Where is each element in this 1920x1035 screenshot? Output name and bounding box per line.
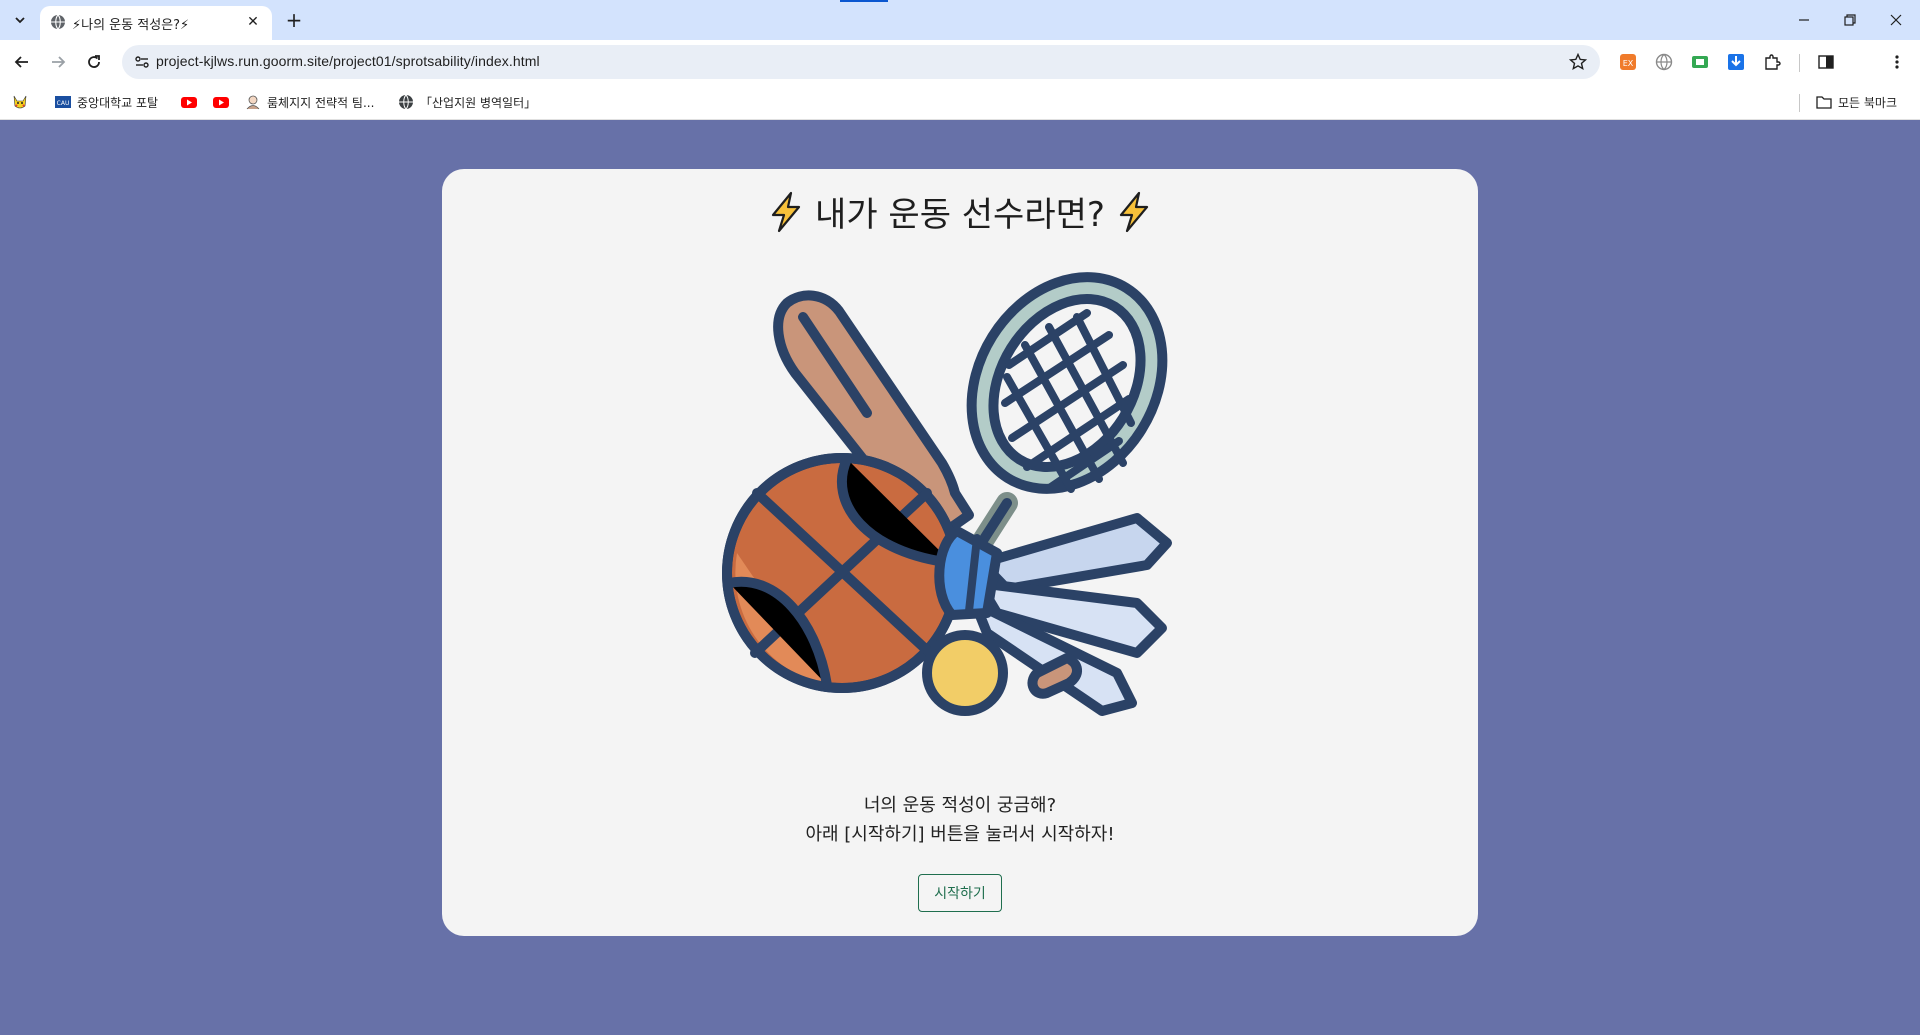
all-bookmarks-label: 모든 북마크 [1838, 95, 1898, 110]
bookmarks-bar: CAU 중앙대학교 포탈 룸체지지 전략적 팀... 「산업지원 병역일터」 모… [0, 84, 1920, 120]
close-window-button[interactable] [1874, 6, 1918, 34]
bookmark-team[interactable]: 룸체지지 전략적 팀... [245, 90, 374, 114]
globe-icon [50, 14, 66, 34]
extension-globe-icon[interactable] [1653, 51, 1675, 73]
tab-strip: ⚡나의 운동 적성은?⚡ ✕ + [0, 0, 1920, 40]
bookmark-pikachu[interactable] [12, 90, 34, 114]
close-icon [1890, 14, 1902, 26]
folder-icon [1816, 94, 1832, 110]
close-tab-button[interactable]: ✕ [242, 11, 264, 33]
new-tab-button[interactable]: + [282, 8, 306, 32]
tennis-ball-illustration [922, 630, 1008, 716]
browser-toolbar: project-kjlws.run.goorm.site/project01/s… [0, 40, 1920, 84]
chevron-down-icon [15, 17, 25, 24]
site-info-icon[interactable] [130, 50, 154, 74]
download-icon[interactable] [1725, 51, 1747, 73]
svg-text:EX: EX [1623, 59, 1634, 68]
minimize-icon [1799, 19, 1809, 21]
pikachu-icon [12, 94, 28, 110]
extension-green-icon[interactable] [1689, 51, 1711, 73]
youtube-icon [181, 94, 197, 110]
tennis-racket-illustration [964, 272, 1168, 564]
bookmark-youtube-1[interactable] [181, 90, 203, 114]
tab-title: ⚡나의 운동 적성은?⚡ [72, 18, 190, 33]
avatar-icon [245, 94, 261, 110]
lightning-icon [1119, 191, 1149, 232]
reload-icon [88, 55, 100, 68]
start-button[interactable]: 시작하기 [918, 874, 1002, 912]
bookmark-label: 「산업지원 병역일터」 [420, 95, 537, 110]
side-panel-icon[interactable] [1815, 51, 1837, 73]
page-title: 내가 운동 선수라면? [442, 187, 1478, 236]
page-title-text: 내가 운동 선수라면? [815, 195, 1105, 235]
toolbar-divider [1799, 54, 1800, 72]
description-line-1: 너의 운동 적성이 궁금해? [863, 795, 1057, 816]
address-bar[interactable]: project-kjlws.run.goorm.site/project01/s… [122, 45, 1600, 79]
bookmark-youtube-2[interactable] [213, 90, 235, 114]
cau-icon: CAU [55, 94, 71, 110]
arrow-right-icon [52, 56, 66, 68]
restore-icon [1844, 14, 1856, 26]
forward-button[interactable] [44, 48, 72, 76]
bookmark-industry[interactable]: 「산업지원 병역일터」 [398, 90, 536, 114]
bookmark-label: 중앙대학교 포탈 [77, 95, 159, 110]
url-text[interactable]: project-kjlws.run.goorm.site/project01/s… [156, 53, 540, 69]
active-tab[interactable]: ⚡나의 운동 적성은?⚡ ✕ [40, 6, 272, 40]
minimize-button[interactable] [1782, 6, 1826, 34]
main-card: 내가 운동 선수라면? 너의 운동 적성이 궁금해? 아래 [시작하기] 버튼을… [442, 169, 1478, 936]
restore-button[interactable] [1828, 6, 1872, 34]
tab-search-button[interactable] [6, 7, 34, 33]
basketball-illustration [722, 453, 962, 693]
lightning-icon [771, 191, 801, 232]
bookmarks-divider [1799, 94, 1800, 112]
extensions-puzzle-icon[interactable] [1761, 51, 1783, 73]
back-button[interactable] [8, 48, 36, 76]
svg-text:CAU: CAU [57, 100, 70, 107]
tab-indicator [840, 0, 888, 2]
more-menu-icon[interactable] [1886, 51, 1908, 73]
extension-ex-icon[interactable]: EX [1617, 51, 1639, 73]
youtube-icon [213, 94, 229, 110]
sports-equipment-illustration [722, 272, 1172, 716]
all-bookmarks-button[interactable]: 모든 북마크 [1816, 90, 1897, 114]
globe-icon [398, 94, 414, 110]
description-line-2: 아래 [시작하기] 버튼을 눌러서 시작하자! [805, 824, 1115, 845]
bookmark-star-icon[interactable] [1566, 50, 1590, 74]
bookmark-cau[interactable]: CAU 중앙대학교 포탈 [55, 90, 158, 114]
arrow-left-icon [14, 56, 28, 68]
bookmark-label: 룸체지지 전략적 팀... [267, 95, 375, 110]
reload-button[interactable] [80, 48, 108, 76]
